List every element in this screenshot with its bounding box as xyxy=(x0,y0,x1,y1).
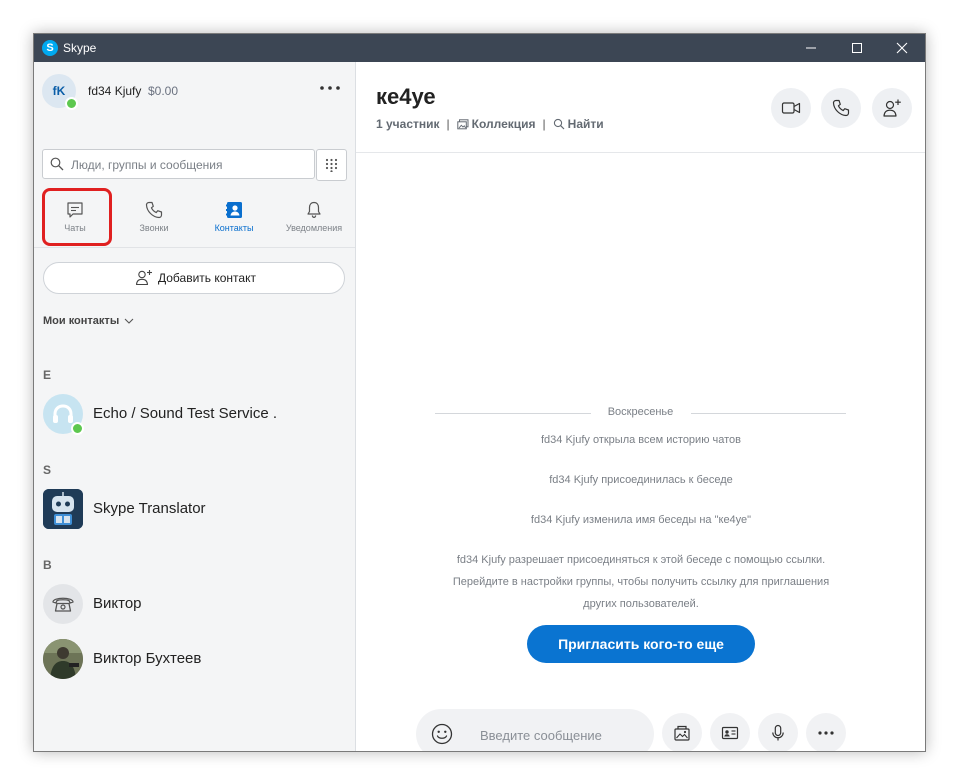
invite-info-line: других пользователей. xyxy=(583,598,699,610)
system-message: fd34 Kjufy изменила имя беседы на "ке4уе… xyxy=(530,514,752,526)
find-link[interactable]: Найти xyxy=(553,117,604,131)
system-message: fd34 Kjufy открыла всем историю чатов xyxy=(540,434,741,446)
contact-item-viktor-bukhteev[interactable]: Виктор Бухтеев xyxy=(34,636,355,682)
tab-contacts-label: Контакты xyxy=(214,223,254,233)
contact-card-icon xyxy=(721,726,739,740)
viktor-avatar xyxy=(43,584,83,624)
close-button[interactable] xyxy=(879,34,925,62)
system-message: fd34 Kjufy присоединилась к беседе xyxy=(549,474,733,486)
profile-name[interactable]: fd34 Kjufy xyxy=(88,84,141,98)
more-actions-button[interactable] xyxy=(806,713,846,751)
contact-name: Виктор xyxy=(93,595,142,612)
bell-icon xyxy=(307,201,321,219)
share-media-button[interactable] xyxy=(662,713,702,751)
more-dots-icon xyxy=(818,731,834,735)
add-person-icon xyxy=(135,270,152,286)
minimize-icon xyxy=(806,47,816,49)
dialpad-button[interactable] xyxy=(316,149,347,181)
contact-item-viktor[interactable]: Виктор xyxy=(34,581,355,627)
send-contact-button[interactable] xyxy=(710,713,750,751)
skype-logo-icon: S xyxy=(42,40,58,56)
window-title: Skype xyxy=(63,41,97,55)
conversation-meta: 1 участник | Коллекция | Найти xyxy=(376,117,604,131)
find-label: Найти xyxy=(567,117,604,131)
day-divider: Воскресенье xyxy=(435,406,846,420)
invite-someone-button[interactable]: Пригласить кого-то еще xyxy=(527,625,755,663)
section-letter: S xyxy=(43,463,52,477)
viktor-bukhteev-avatar xyxy=(43,639,83,679)
search-box xyxy=(42,149,315,179)
gallery-icon xyxy=(456,119,469,130)
telephone-icon xyxy=(52,597,74,612)
my-contacts-label: Мои контакты xyxy=(43,315,120,327)
meta-separator: | xyxy=(542,117,546,131)
add-person-icon xyxy=(883,99,901,117)
media-gallery-icon xyxy=(674,725,690,741)
online-status-icon xyxy=(71,422,84,435)
user-photo-icon xyxy=(43,639,83,679)
add-participant-button[interactable] xyxy=(872,88,912,128)
tab-notifications-label: Уведомления xyxy=(285,223,343,233)
contact-item-echo[interactable]: Echo / Sound Test Service . xyxy=(34,391,355,437)
video-camera-icon xyxy=(781,102,801,114)
online-status-icon xyxy=(65,97,78,110)
collection-label: Коллекция xyxy=(471,117,536,131)
phone-icon xyxy=(145,201,163,219)
conversation-pane: ке4уе 1 участник | Коллекция | Найти Воскрес… xyxy=(356,62,925,751)
profile-avatar[interactable]: fK xyxy=(42,74,78,110)
conversation-title[interactable]: ке4уе xyxy=(376,84,436,110)
maximize-icon xyxy=(852,43,862,53)
message-composer xyxy=(416,709,654,751)
contacts-icon xyxy=(226,202,242,218)
tab-notifications[interactable]: Уведомления xyxy=(274,196,354,242)
tab-calls-label: Звонки xyxy=(139,223,169,233)
chevron-down-icon xyxy=(124,318,134,324)
close-icon xyxy=(896,42,908,54)
sidebar: fK fd34 Kjufy $0.00 Чаты xyxy=(34,62,356,751)
section-letter: В xyxy=(43,558,52,572)
meta-separator: | xyxy=(446,117,450,131)
participants-link[interactable]: 1 участник xyxy=(376,117,440,131)
search-icon xyxy=(50,157,64,171)
profile-balance[interactable]: $0.00 xyxy=(148,84,178,98)
phone-icon xyxy=(832,99,850,117)
invite-info-line: Перейдите в настройки группы, чтобы полу… xyxy=(452,576,830,588)
add-contact-label: Добавить контакт xyxy=(158,271,256,285)
section-letter: E xyxy=(43,368,52,382)
maximize-button[interactable] xyxy=(834,34,880,62)
header-divider xyxy=(356,152,925,153)
my-contacts-dropdown[interactable]: Мои контакты xyxy=(43,315,134,327)
chats-tab-highlight xyxy=(42,188,112,246)
collection-link[interactable]: Коллекция xyxy=(456,117,536,131)
emoji-icon xyxy=(431,723,453,745)
echo-avatar xyxy=(43,394,84,435)
robot-icon xyxy=(43,489,83,529)
message-input[interactable] xyxy=(478,724,642,746)
add-contact-button[interactable]: Добавить контакт xyxy=(43,262,345,294)
dialpad-icon xyxy=(325,158,338,172)
search-icon xyxy=(553,118,565,130)
contact-name: Skype Translator xyxy=(93,500,206,517)
voice-message-button[interactable] xyxy=(758,713,798,751)
contact-item-skype-translator[interactable]: Skype Translator xyxy=(34,486,355,532)
profile-initials: fK xyxy=(52,84,66,98)
invite-info-line: fd34 Kjufy разрешает присоединяться к эт… xyxy=(456,554,826,566)
audio-call-button[interactable] xyxy=(821,88,861,128)
more-dots-icon xyxy=(320,86,340,90)
search-input[interactable] xyxy=(69,155,308,175)
tab-contacts[interactable]: Контакты xyxy=(194,196,274,242)
video-call-button[interactable] xyxy=(771,88,811,128)
skype-window: S Skype fK fd34 Kjufy $0.00 Люди, группы… xyxy=(33,33,926,752)
more-options-button[interactable] xyxy=(319,81,341,95)
sidebar-divider xyxy=(34,247,355,248)
tab-calls[interactable]: Звонки xyxy=(114,196,194,242)
day-label: Воскресенье xyxy=(607,406,674,418)
microphone-icon xyxy=(772,724,784,741)
contact-name: Виктор Бухтеев xyxy=(93,650,202,667)
title-bar: S Skype xyxy=(34,34,925,62)
contact-name: Echo / Sound Test Service . xyxy=(93,405,277,422)
translator-avatar xyxy=(43,489,83,529)
minimize-button[interactable] xyxy=(788,34,834,62)
